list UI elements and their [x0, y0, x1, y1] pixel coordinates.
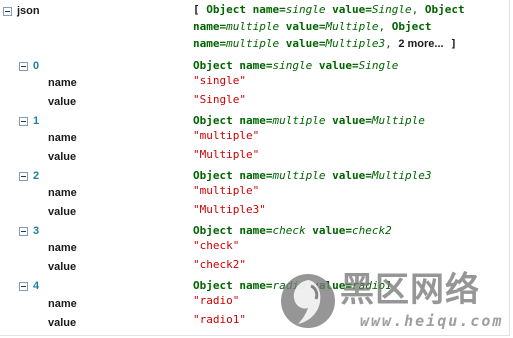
- property-value-value: "radio1": [193, 313, 246, 326]
- property-name-label: name: [48, 242, 77, 254]
- entry-object-summary: Object name=check value=check2: [193, 224, 392, 237]
- collapse-toggle-1[interactable]: [19, 117, 28, 126]
- root-key: json: [17, 5, 40, 17]
- summary-open-bracket: [: [193, 3, 200, 16]
- collapse-toggle-root[interactable]: [3, 7, 12, 16]
- property-name-value: "multiple": [193, 129, 260, 142]
- collapse-toggle-2[interactable]: [19, 172, 28, 181]
- property-name-label: name: [48, 187, 77, 199]
- property-value-value: "Multiple3": [193, 203, 266, 216]
- collapse-toggle-4[interactable]: [19, 282, 28, 291]
- entry-object-summary: Object name=single value=Single: [193, 59, 399, 72]
- property-value-value: "check2": [193, 258, 246, 271]
- entry-object-summary: Object name=radio value=radio1: [193, 279, 392, 292]
- property-value-value: "Multiple": [193, 148, 260, 161]
- property-value-label: value: [48, 96, 77, 108]
- summary-more-link[interactable]: 2 more...: [398, 38, 443, 50]
- collapse-toggle-3[interactable]: [19, 227, 28, 236]
- property-value-label: value: [48, 206, 77, 218]
- property-value-value: "Single": [193, 93, 246, 106]
- summary-close-bracket: ]: [450, 37, 457, 50]
- entry-index: 0: [33, 60, 40, 72]
- root-summary-line-2: name=multiple value=Multiple, Object: [193, 20, 432, 33]
- property-name-value: "multiple": [193, 184, 260, 197]
- entry-object-summary: Object name=multiple value=Multiple: [193, 114, 425, 127]
- property-value-label: value: [48, 317, 77, 329]
- entry-index: 1: [33, 115, 40, 127]
- property-name-value: "radio": [193, 294, 240, 307]
- entry-index: 2: [33, 170, 40, 182]
- entry-index: 4: [33, 280, 40, 292]
- property-value-label: value: [48, 151, 77, 163]
- entry-object-summary: Object name=multiple value=Multiple3: [193, 169, 432, 182]
- entry-index: 3: [33, 225, 40, 237]
- dom-inspector-pane: json [ Object name=single value=Single, …: [0, 0, 510, 336]
- property-value-label: value: [48, 261, 77, 273]
- property-name-value: "single": [193, 74, 246, 87]
- property-name-value: "check": [193, 239, 240, 252]
- collapse-toggle-0[interactable]: [19, 62, 28, 71]
- property-name-label: name: [48, 298, 77, 310]
- root-summary-line-1: [ Object name=single value=Single, Objec…: [193, 3, 465, 16]
- property-name-label: name: [48, 132, 77, 144]
- root-summary-line-3: name=multiple value=Multiple3, 2 more...…: [193, 37, 457, 50]
- property-name-label: name: [48, 77, 77, 89]
